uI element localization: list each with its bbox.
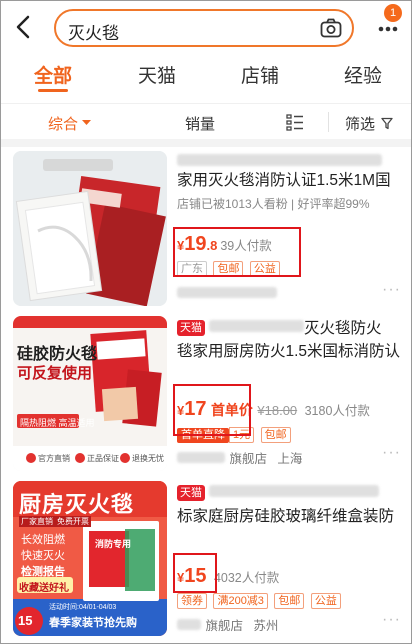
filter-bar: 综合 销量 筛选 [1,103,411,139]
product-title-line1[interactable]: 天猫 灭火毯防火 [177,317,403,340]
section-gap [1,139,411,147]
tab-tmall[interactable]: 天猫 [138,61,176,88]
image-feature-3: 检测报告 [21,566,65,578]
image-guarantee-3: 退换无忧 [132,454,164,463]
discount-tag: 满200减3 [213,593,268,609]
blurred-title [177,153,403,167]
shop-name: 旗舰店 [229,452,267,466]
highlight-box [173,227,301,277]
category-tabs: 全部 天猫 店铺 经验 [1,53,411,93]
product-image[interactable]: 厨房灭火毯 厂家直销 免费开票 长效阻燃 快速灭火 检测报告 收藏送好礼 消防专… [13,481,167,636]
shop-row[interactable]: 旗舰店 上海 [177,448,302,468]
image-guarantee-1: 官方直销 [38,454,70,463]
camera-icon[interactable] [320,18,342,38]
badge-row: 领券 满200减3 包邮 公益 [177,591,343,609]
tab-all[interactable]: 全部 [34,61,72,88]
sort-label: 综合 [48,116,79,133]
fire-blanket-photo [13,151,167,306]
shop-row[interactable]: 旗舰店 苏州 [177,615,278,635]
product-title[interactable]: 家用灭火毯消防认证1.5米1M国 [177,169,403,192]
filter-label: 筛选 [345,116,376,133]
free-shipping-tag: 包邮 [260,427,291,443]
paid-count: 3180人付款 [304,404,370,418]
notification-badge: 1 [384,4,402,22]
product-image[interactable]: 硅胶防火毯 可反复使用 隔热阻燃 高温适用 官方直销 正品保证 退换无忧 [13,316,167,471]
charity-tag: 公益 [310,593,341,609]
shop-location: 上海 [277,452,303,466]
product-info: 家用灭火毯消防认证1.5米1M国 店铺已被1013人看粉 | 好评率超99% [177,147,403,212]
image-feature-2: 快速灭火 [21,550,65,562]
filter-divider [328,112,329,132]
image-event-name: 春季家装节抢先购 [49,617,137,629]
paid-count: 4032人付款 [213,571,280,585]
more-options-icon[interactable]: ··· [382,444,401,462]
product-title-line1[interactable]: 天猫 [177,482,403,505]
caret-down-icon [82,120,92,125]
tab-shops[interactable]: 店铺 [241,61,279,88]
image-feature-1: 长效阻燃 [21,534,65,546]
highlight-box [173,553,217,593]
back-arrow-icon[interactable] [11,13,35,41]
image-product-label: 消防专用 [95,539,132,549]
image-event-date: 活动时间:04/01-04/03 [49,604,117,611]
app-frame: 灭火毯 1 全部 天猫 店铺 经验 综合 销量 筛选 家用灭火毯消防认证1.5米… [0,0,412,644]
image-price-circle: 15 [18,613,33,628]
product-title[interactable]: 标家庭厨房硅胶玻璃纤维盒装防 [177,505,403,528]
product-card[interactable]: 家用灭火毯消防认证1.5米1M国 店铺已被1013人看粉 | 好评率超99% ¥… [1,147,411,312]
product-card[interactable]: 厨房灭火毯 厂家直销 免费开票 长效阻燃 快速灭火 检测报告 收藏送好礼 消防专… [1,477,411,643]
shop-name: 旗舰店 [205,619,243,633]
tab-experience[interactable]: 经验 [344,61,382,88]
shop-location: 苏州 [253,619,279,633]
active-tab-indicator [38,89,68,92]
product-image[interactable] [13,151,167,306]
image-feature: 隔热阻燃 高温适用 [20,418,95,428]
image-badge-1: 厂家直销 [19,516,55,527]
image-promo-label: 收藏送好礼 [19,583,69,594]
sales-sort[interactable]: 销量 [185,113,215,134]
product-title[interactable]: 毯家用厨房防火1.5米国标消防认 [177,340,403,363]
more-options-icon[interactable]: ··· [382,281,401,299]
search-input[interactable]: 灭火毯 [54,9,354,47]
image-headline: 厨房灭火毯 [19,492,135,517]
top-bar: 灭火毯 1 [1,1,411,53]
list-view-icon[interactable] [286,114,304,131]
tmall-badge: 天猫 [177,485,205,501]
product-info: 天猫 灭火毯防火 毯家用厨房防火1.5米国标消防认 [177,312,403,363]
shop-stats: 店铺已被1013人看粉 | 好评率超99% [177,197,370,211]
coupon-tag[interactable]: 领券 [177,593,207,609]
product-card[interactable]: 硅胶防火毯 可反复使用 隔热阻燃 高温适用 官方直销 正品保证 退换无忧 天猫灭… [1,312,411,477]
image-badge-2: 免费开票 [55,516,91,527]
image-subheadline: 可反复使用 [17,365,93,382]
highlight-box [173,384,251,436]
funnel-icon [381,117,393,130]
sort-dropdown[interactable]: 综合 [48,113,92,134]
free-shipping-tag: 包邮 [274,593,305,609]
more-options-icon[interactable]: ··· [382,611,401,629]
product-info: 天猫 标家庭厨房硅胶玻璃纤维盒装防 [177,477,403,528]
blurred-shop [177,285,277,303]
image-headline: 硅胶防火毯 [17,346,98,363]
image-guarantee-2: 正品保证 [87,454,119,463]
search-query-text: 灭火毯 [68,24,119,43]
filter-button[interactable]: 筛选 [345,113,393,134]
tmall-badge: 天猫 [177,320,205,336]
original-price: ¥18.00 [257,403,298,418]
